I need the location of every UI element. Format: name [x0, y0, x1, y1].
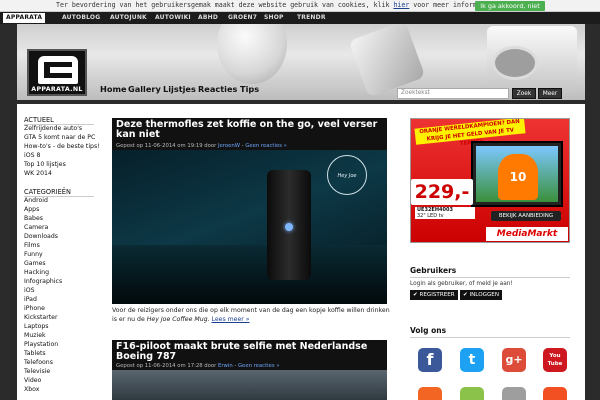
article-comments-link[interactable]: Geen reacties » [238, 363, 280, 369]
category-link[interactable]: Funny [24, 251, 43, 258]
category-link[interactable]: Televisie [24, 368, 50, 375]
network-link-apparata[interactable]: APPARATA [3, 13, 46, 23]
sidebar-item[interactable]: GTA 5 komt naar de PC [24, 134, 95, 141]
category-link[interactable]: Laptops [24, 323, 49, 330]
car-seat-shape [112, 245, 387, 304]
sidebar-item[interactable]: iOS 8 [24, 152, 40, 159]
nav-tips[interactable]: Tips [240, 84, 259, 94]
tv-screen: 10 [476, 146, 558, 202]
category-link[interactable]: Apps [24, 206, 39, 213]
cookie-message: Ter bevordering van het gebruikersgemak … [56, 1, 497, 9]
category-link[interactable]: iOS [24, 287, 35, 294]
category-link[interactable]: Downloads [24, 233, 58, 240]
article-title[interactable]: F16-piloot maakt brute selfie met Nederl… [112, 340, 387, 362]
ad-price: 229,- [411, 179, 473, 205]
category-link[interactable]: Hacking [24, 269, 49, 276]
nav-lijstjes[interactable]: Lijstjes [163, 84, 196, 94]
network-link-shop[interactable]: SHOP [264, 13, 284, 23]
site-logo[interactable]: APPARATA.NL [27, 49, 87, 96]
article-meta: Gepost op 11-06-2014 om 19:19 door Jeroe… [112, 142, 387, 150]
cookie-accept-button[interactable]: Ik ga akkoord, niet meer [475, 1, 545, 20]
login-button[interactable]: ✔ INLOGGEN [460, 290, 503, 300]
category-link[interactable]: Xbox [24, 386, 39, 393]
category-link[interactable]: Infographics [24, 278, 62, 285]
mediamarkt-logo: MediaMarkt [486, 227, 568, 241]
mediamarkt-ad[interactable]: ORANJE WERELDKAMPIOEN? DAN KRIJG JE HET … [410, 118, 570, 243]
sidebar-heading-categorieen: CATEGORIEËN [24, 188, 94, 197]
category-link[interactable]: Camera [24, 224, 48, 231]
nav-gallery[interactable]: Gallery [128, 84, 161, 94]
nav-home[interactable]: Home [100, 84, 127, 94]
football-player-shape: 10 [498, 154, 538, 200]
article-author-link[interactable]: Erwin [218, 363, 233, 369]
logo-text: APPARATA.NL [31, 86, 83, 93]
sidebar-item[interactable]: WK 2014 [24, 170, 52, 177]
category-link[interactable]: Babes [24, 215, 43, 222]
category-link[interactable]: Games [24, 260, 46, 267]
ad-model: UE32EH4003 32" LED tv [415, 207, 475, 219]
page-content: ACTUEEL Zelfrijdende auto's GTA 5 komt n… [17, 104, 585, 400]
users-heading: Gebruikers [410, 266, 570, 278]
sidebar-item[interactable]: How-to's - de beste tips! [24, 143, 100, 150]
category-link[interactable]: Video [24, 377, 41, 384]
network-link-autojunk[interactable]: AUTOJUNK [110, 13, 147, 23]
search-more-button[interactable]: Meer [538, 88, 562, 99]
windows-icon[interactable] [543, 387, 567, 400]
twitter-icon[interactable]: t [460, 348, 484, 372]
article-image[interactable] [112, 370, 387, 400]
sidebar-heading-actueel: ACTUEEL [24, 116, 94, 125]
apple-icon[interactable] [502, 387, 526, 400]
search-input[interactable]: Zoektekst [397, 88, 509, 99]
category-link[interactable]: Kickstarter [24, 314, 58, 321]
category-link[interactable]: Telefoons [24, 359, 53, 366]
network-link-trendr[interactable]: TRENDR [297, 13, 326, 23]
thermos-button-icon [285, 223, 293, 231]
youtube-icon[interactable]: You Tube [543, 348, 567, 372]
logo-icon-bar [50, 67, 76, 73]
article-author-link[interactable]: JeroenW [218, 143, 240, 149]
socket-hole [492, 46, 538, 80]
article-meta: Gepost op 11-06-2014 om 17:28 door Erwin… [112, 362, 387, 370]
plug-image [348, 24, 426, 98]
category-link[interactable]: Films [24, 242, 40, 249]
follow-heading: Volg ons [410, 326, 570, 338]
google-plus-icon[interactable]: g+ [502, 348, 526, 372]
article-excerpt: Voor de reizigers onder ons die op elk m… [112, 307, 390, 323]
users-text: Login als gebruiker, of meld je aan! [410, 281, 513, 287]
nav-reacties[interactable]: Reacties [198, 84, 237, 94]
facebook-icon[interactable]: f [418, 348, 442, 372]
sidebar-item[interactable]: Zelfrijdende auto's [24, 125, 82, 132]
network-link-groen7[interactable]: GROEN7 [228, 13, 257, 23]
network-link-abhd[interactable]: ABHD [198, 13, 218, 23]
article-comments-link[interactable]: Geen reacties » [245, 143, 287, 149]
register-button[interactable]: ✔ REGISTREER [410, 290, 458, 300]
lightbulb-image [217, 24, 287, 84]
network-link-autoblog[interactable]: AUTOBLOG [62, 13, 100, 23]
article-title[interactable]: Deze thermofles zet koffie on the go, ve… [112, 118, 387, 142]
network-nav: APPARATA AUTOBLOG AUTOJUNK AUTOWIKI ABHD… [0, 12, 600, 24]
category-link[interactable]: Android [24, 197, 48, 204]
category-link[interactable]: Tablets [24, 350, 46, 357]
cookie-bar: Ter bevordering van het gebruikersgemak … [0, 0, 600, 20]
hey-joe-logo: Hey Joe [327, 155, 367, 195]
network-link-autowiki[interactable]: AUTOWIKI [155, 13, 191, 23]
article-image[interactable]: Hey Joe [112, 150, 387, 304]
read-more-link[interactable]: Lees meer » [212, 316, 250, 323]
rss-icon[interactable] [418, 387, 442, 400]
ad-cta-button[interactable]: BEKIJK AANBIEDING [491, 211, 561, 221]
category-link[interactable]: Playstation [24, 341, 58, 348]
android-icon[interactable] [460, 387, 484, 400]
tv-image: 10 [471, 141, 563, 207]
cookie-info-link[interactable]: hier [393, 1, 409, 9]
category-link[interactable]: iPhone [24, 305, 45, 312]
category-link[interactable]: Muziek [24, 332, 46, 339]
category-link[interactable]: iPad [24, 296, 37, 303]
search-button[interactable]: Zoek [512, 88, 536, 99]
sidebar-item[interactable]: Top 10 lijstjes [24, 161, 66, 168]
